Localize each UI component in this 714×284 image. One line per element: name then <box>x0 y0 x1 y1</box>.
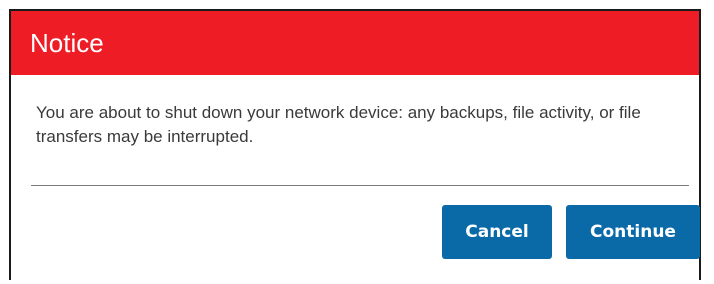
cancel-button[interactable]: Cancel <box>442 205 552 259</box>
dialog-footer: Cancel Continue <box>442 205 700 259</box>
dialog-message: You are about to shut down your network … <box>36 103 641 146</box>
dialog-header: Notice <box>11 11 699 75</box>
continue-button[interactable]: Continue <box>566 205 700 259</box>
dialog-body: You are about to shut down your network … <box>11 75 699 185</box>
divider <box>31 185 689 186</box>
dialog-title: Notice <box>30 27 104 58</box>
